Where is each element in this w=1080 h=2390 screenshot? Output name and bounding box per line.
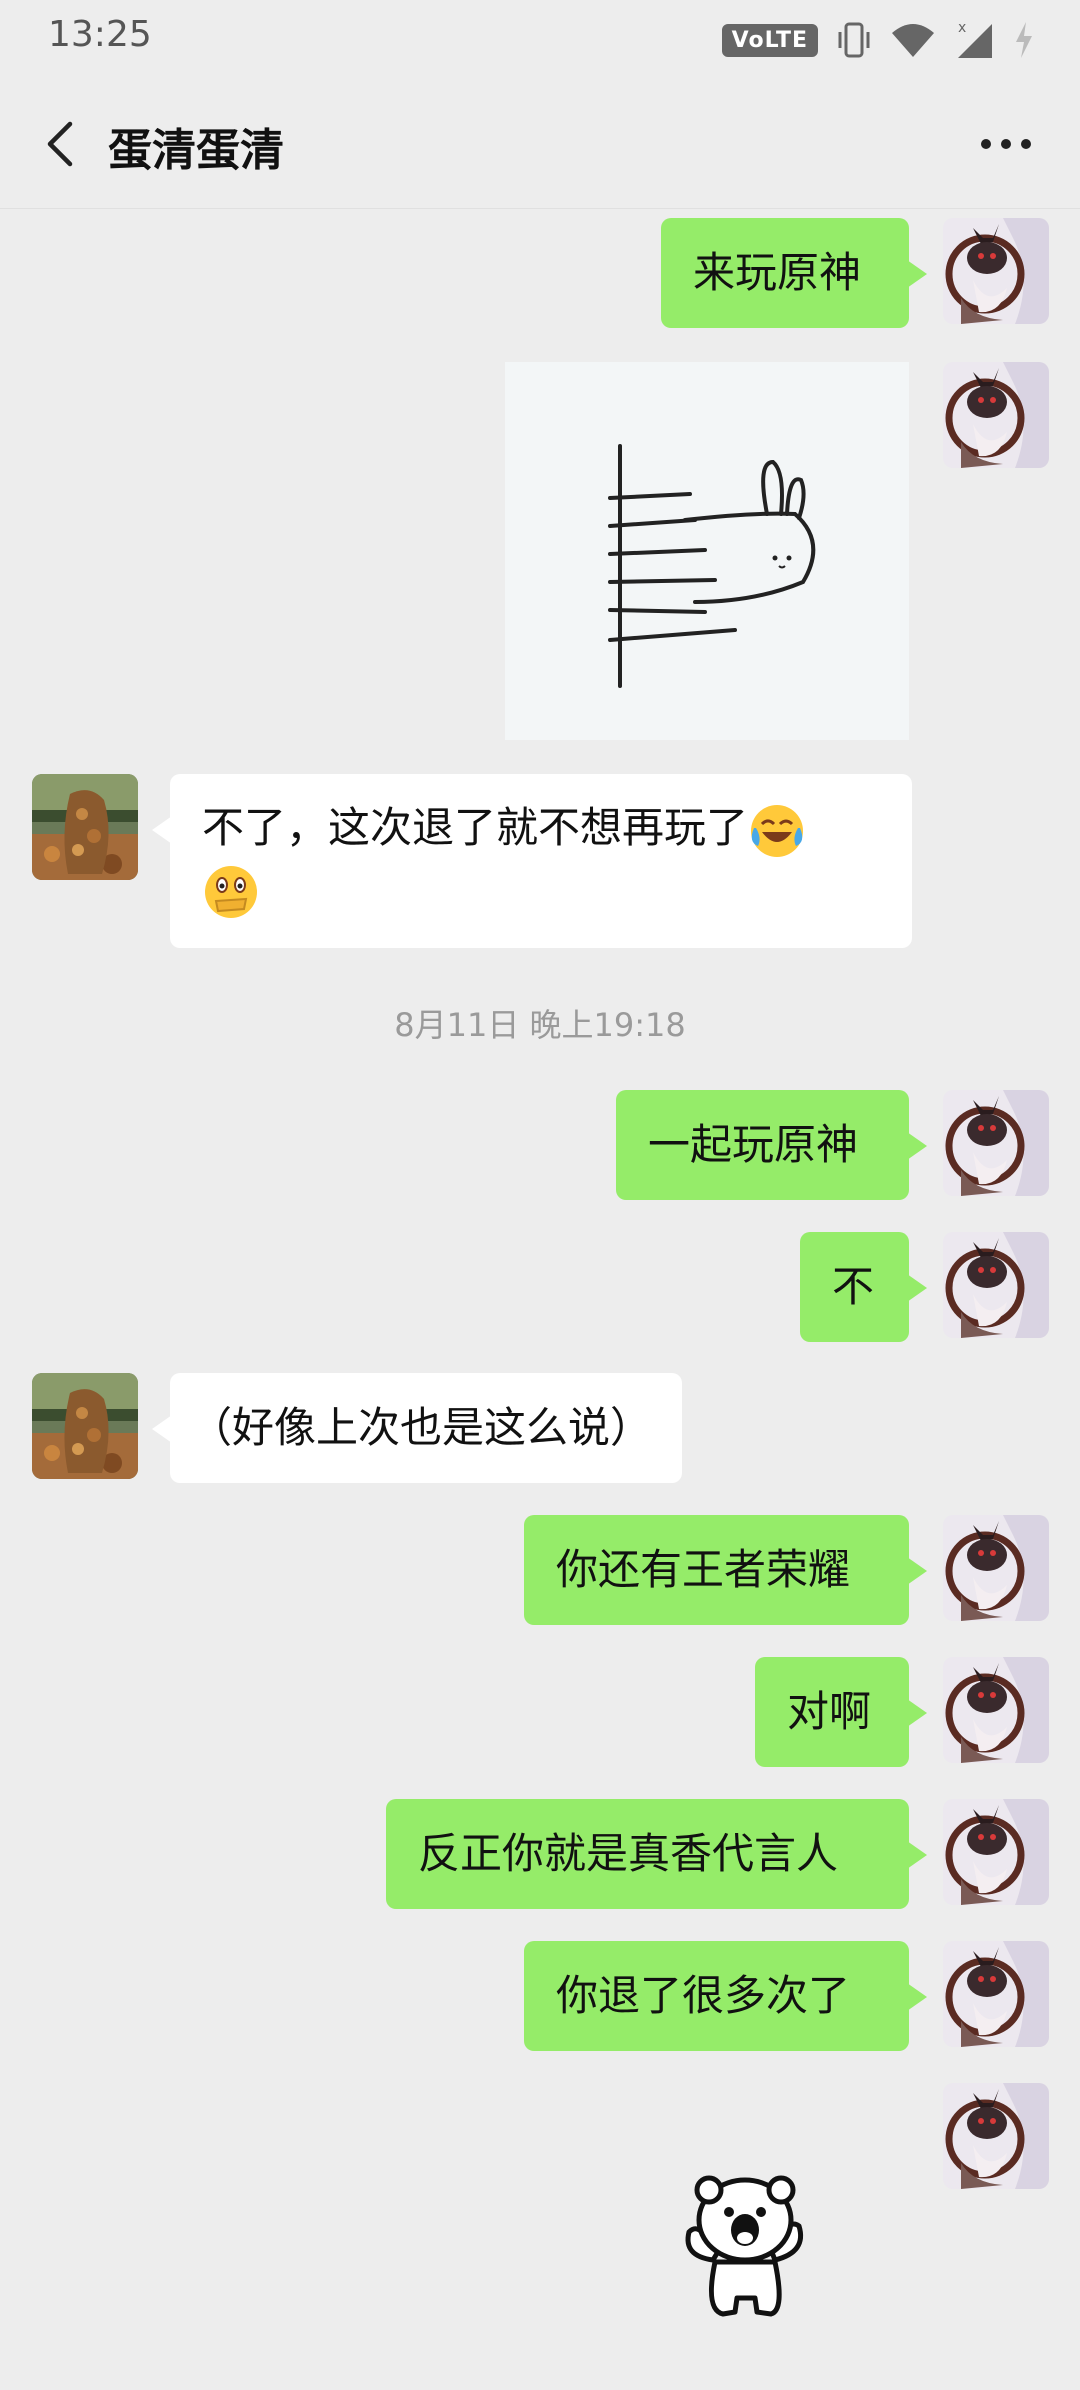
- volte-icon: VoLTE: [721, 23, 818, 57]
- signal-icon: x: [958, 20, 992, 58]
- message-text: 反正你就是真香代言人: [418, 1829, 839, 1878]
- my-avatar[interactable]: [943, 362, 1049, 468]
- my-avatar[interactable]: [943, 1799, 1049, 1905]
- status-time: 13:25: [48, 14, 152, 55]
- status-bar: 13:25 VoLTE x: [0, 0, 1080, 80]
- message-bubble-sent[interactable]: 一起玩原神: [616, 1090, 927, 1200]
- message-bubble-sent[interactable]: 不: [800, 1232, 927, 1342]
- my-avatar[interactable]: [943, 1515, 1049, 1621]
- wifi-icon: [892, 24, 934, 57]
- message-bubble-sent[interactable]: 你退了很多次了: [524, 1941, 927, 2051]
- friend-avatar[interactable]: [32, 774, 138, 880]
- svg-text:x: x: [958, 20, 966, 36]
- rabbit-peeking-icon: [608, 444, 816, 688]
- message-bubble-received[interactable]: 不了，这次退了就不想再玩了: [152, 774, 912, 948]
- message-text: 来玩原神: [693, 248, 862, 297]
- message-bubble-sent[interactable]: 你还有王者荣耀: [524, 1515, 927, 1625]
- chat-title: 蛋清蛋清: [108, 125, 284, 176]
- message-bubble-sent[interactable]: 对啊: [755, 1657, 927, 1767]
- message-bubble-received[interactable]: （好像上次也是这么说）: [152, 1373, 682, 1483]
- my-avatar[interactable]: [943, 1090, 1049, 1196]
- chat-timestamp: 8月11日 晚上19:18: [394, 1006, 686, 1044]
- charging-icon: [1016, 22, 1032, 58]
- back-arrow-icon[interactable]: [36, 118, 88, 170]
- message-text: 不了，这次退了就不想再玩了: [202, 803, 749, 852]
- more-options-icon[interactable]: [976, 126, 1036, 162]
- my-avatar[interactable]: [943, 218, 1049, 324]
- message-text: 一起玩原神: [648, 1120, 859, 1169]
- rabbit-sticker[interactable]: [505, 362, 909, 740]
- message-bubble-sent[interactable]: 反正你就是真香代言人: [386, 1799, 927, 1909]
- message-bubble-sent[interactable]: 来玩原神: [661, 218, 927, 328]
- my-avatar[interactable]: [943, 1941, 1049, 2047]
- white-bear-sticker[interactable]: [675, 2170, 815, 2320]
- chat-header: 蛋清蛋清: [0, 80, 1080, 209]
- message-text: 你还有王者荣耀: [556, 1545, 851, 1594]
- friend-avatar[interactable]: [32, 1373, 138, 1479]
- my-avatar[interactable]: [943, 2083, 1049, 2189]
- message-text: 不: [832, 1262, 875, 1311]
- message-text: （好像上次也是这么说）: [190, 1403, 653, 1452]
- message-text: 你退了很多次了: [556, 1971, 851, 2020]
- vibrate-icon: [838, 22, 870, 58]
- face-with-tears-of-joy-emoji: [751, 804, 804, 857]
- face-with-hand-over-mouth-emoji: [205, 866, 257, 918]
- message-text: 对啊: [787, 1687, 872, 1736]
- my-avatar[interactable]: [943, 1232, 1049, 1338]
- my-avatar[interactable]: [943, 1657, 1049, 1763]
